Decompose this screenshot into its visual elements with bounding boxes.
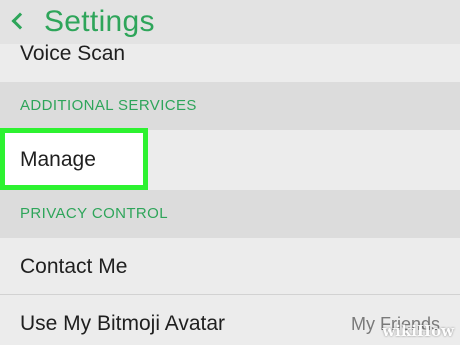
wikihow-watermark: wikiHow xyxy=(382,322,454,340)
bitmoji-avatar-label: Use My Bitmoji Avatar xyxy=(20,312,226,335)
contact-me-label: Contact Me xyxy=(20,255,128,278)
settings-row-contact-me[interactable]: Contact Me xyxy=(0,238,460,294)
section-label: ADDITIONAL SERVICES xyxy=(20,97,197,114)
settings-row-manage[interactable]: Manage xyxy=(0,128,148,190)
chevron-left-icon[interactable] xyxy=(11,12,29,30)
section-label: PRIVACY CONTROL xyxy=(20,205,168,222)
page-title: Settings xyxy=(44,5,155,38)
manage-label: Manage xyxy=(20,148,96,171)
voice-scan-label: Voice Scan xyxy=(20,42,126,65)
section-header-additional-services: ADDITIONAL SERVICES xyxy=(0,82,460,130)
nav-header: Settings xyxy=(0,0,460,44)
section-header-privacy-control: PRIVACY CONTROL xyxy=(0,190,460,238)
